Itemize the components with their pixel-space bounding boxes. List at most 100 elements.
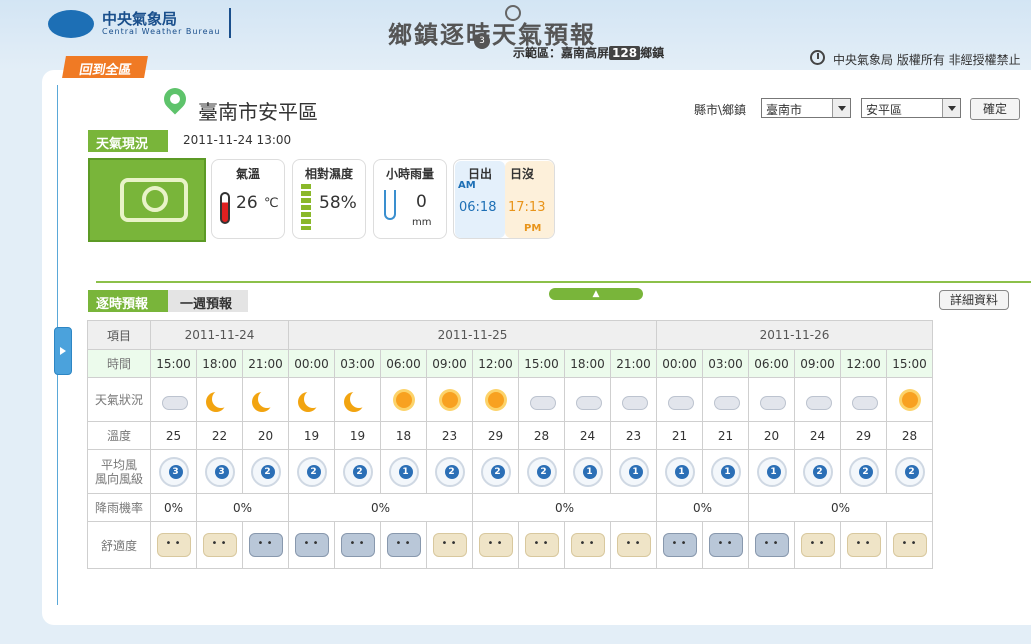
temperature-card: 氣溫 26 ℃ [211, 159, 285, 239]
temperature-row: 溫度 25 22 20 19 19 18 23 29 28 24 23 21 21 20 24 29 28 [87, 421, 933, 450]
wind-direction-icon: 2 [296, 456, 327, 487]
wind-direction-icon: 3 [158, 456, 189, 487]
site-header: 中央氣象局 Central Weather Bureau 鄉鎮逐時天氣預報 3 … [0, 0, 1031, 70]
confirm-button[interactable]: 確定 [970, 98, 1020, 120]
comfort-cool-icon [340, 533, 375, 557]
cloudy-icon [528, 388, 556, 412]
humidity-label: 相對濕度 [304, 167, 353, 181]
moon-icon [344, 388, 372, 412]
time-cell: 15:00 [150, 349, 197, 378]
town-select[interactable]: 安平區 [861, 98, 961, 118]
wind-level: 1 [766, 464, 781, 479]
sun-icon [390, 388, 418, 412]
wind-direction-icon: 1 [572, 456, 603, 487]
comfort-cool-icon [754, 533, 789, 557]
time-cell: 18:00 [196, 349, 243, 378]
temperature-cell: 23 [426, 421, 473, 450]
detail-data-button[interactable]: 詳細資料 [939, 290, 1009, 310]
wind-cell: 2 [242, 449, 289, 494]
section-divider [96, 281, 1031, 283]
temperature-cell: 19 [288, 421, 335, 450]
wind-direction-icon: 2 [250, 456, 281, 487]
comfort-cell [886, 521, 933, 569]
banner-sub-prefix: 示範區：嘉南高屏 [513, 46, 610, 60]
temperature-cell: 29 [840, 421, 887, 450]
temperature-cell: 28 [518, 421, 565, 450]
wind-cell: 3 [196, 449, 243, 494]
temperature-cell: 21 [656, 421, 703, 450]
cloudy-icon [620, 388, 648, 412]
collapse-toggle[interactable]: ▲ [549, 288, 643, 300]
rainfall-value: 0 [416, 192, 427, 212]
chevron-down-icon [832, 99, 850, 117]
wind-cell: 2 [518, 449, 565, 494]
weather-camera-panel[interactable] [88, 158, 206, 242]
thermometer-icon [220, 192, 230, 224]
comfort-cell [656, 521, 703, 569]
rain-row-label: 降雨機率 [87, 493, 151, 522]
town-select-value: 安平區 [866, 103, 903, 117]
comfort-cell [150, 521, 197, 569]
wind-level: 2 [904, 464, 919, 479]
wind-cell: 2 [334, 449, 381, 494]
wind-cell: 1 [656, 449, 703, 494]
temperature-cell: 28 [886, 421, 933, 450]
comfort-cell [242, 521, 289, 569]
time-cell: 00:00 [656, 349, 703, 378]
location-name: 臺南市安平區 [198, 100, 318, 124]
wind-direction-icon: 2 [480, 456, 511, 487]
observation-time: 2011-11-24 13:00 [183, 133, 292, 147]
weather-cell [242, 377, 289, 422]
temperature-cell: 25 [150, 421, 197, 450]
comfort-cell [196, 521, 243, 569]
time-row: 時間 15:00 18:00 21:00 00:00 03:00 06:00 09:00 12… [87, 349, 933, 378]
time-cell: 09:00 [426, 349, 473, 378]
time-cell: 21:00 [242, 349, 289, 378]
wind-direction-icon: 1 [664, 456, 695, 487]
tab-weekly-forecast[interactable]: 一週預報 [168, 290, 248, 312]
temperature-value: 26 [236, 193, 258, 213]
weather-cell [656, 377, 703, 422]
wind-level: 2 [812, 464, 827, 479]
wind-cell: 2 [886, 449, 933, 494]
tab-hourly-forecast[interactable]: 逐時預報 [88, 290, 168, 312]
weather-row: 天氣狀況 [87, 377, 933, 422]
chevron-down-icon [942, 99, 960, 117]
county-select-value: 臺南市 [766, 103, 803, 117]
county-select[interactable]: 臺南市 [761, 98, 851, 118]
rain-probability-cell: 0% [196, 493, 289, 522]
wind-direction-icon: 2 [526, 456, 557, 487]
side-expand-tab[interactable] [54, 327, 72, 375]
temperature-cell: 22 [196, 421, 243, 450]
wind-cell: 2 [426, 449, 473, 494]
sun-icon [482, 388, 510, 412]
cwb-emblem-icon [48, 10, 94, 38]
wind-direction-icon: 1 [388, 456, 419, 487]
time-row-label: 時間 [87, 349, 151, 378]
wind-cell: 2 [288, 449, 335, 494]
wind-level: 1 [398, 464, 413, 479]
wind-direction-icon: 2 [848, 456, 879, 487]
weather-cell [380, 377, 427, 422]
comfort-pleasant-icon [202, 533, 237, 557]
rain-probability-cell: 0% [472, 493, 657, 522]
wind-direction-icon: 3 [204, 456, 235, 487]
weather-cell [150, 377, 197, 422]
forecast-table: 項目 2011-11-24 2011-11-25 2011-11-26 時間 15:… [87, 320, 933, 569]
comfort-cell [702, 521, 749, 569]
cloudy-icon [758, 388, 786, 412]
temperature-cell: 18 [380, 421, 427, 450]
rain-gauge-icon [384, 190, 396, 220]
temperature-cell: 19 [334, 421, 381, 450]
back-to-all-region-button[interactable]: 回到全區 [62, 56, 148, 78]
comfort-cool-icon [386, 533, 421, 557]
temperature-unit: ℃ [264, 196, 279, 211]
cwb-logo[interactable]: 中央氣象局 Central Weather Bureau [48, 8, 234, 40]
banner-subtitle: 示範區：嘉南高屏 128 鄉鎮 [513, 44, 664, 61]
wind-level: 1 [720, 464, 735, 479]
rain-probability-row: 降雨機率 0% 0% 0% 0% 0% 0% [87, 493, 933, 522]
time-cell: 06:00 [748, 349, 795, 378]
comfort-cool-icon [248, 533, 283, 557]
comfort-row-label: 舒適度 [87, 521, 151, 569]
rainfall-unit: mm [412, 217, 432, 228]
